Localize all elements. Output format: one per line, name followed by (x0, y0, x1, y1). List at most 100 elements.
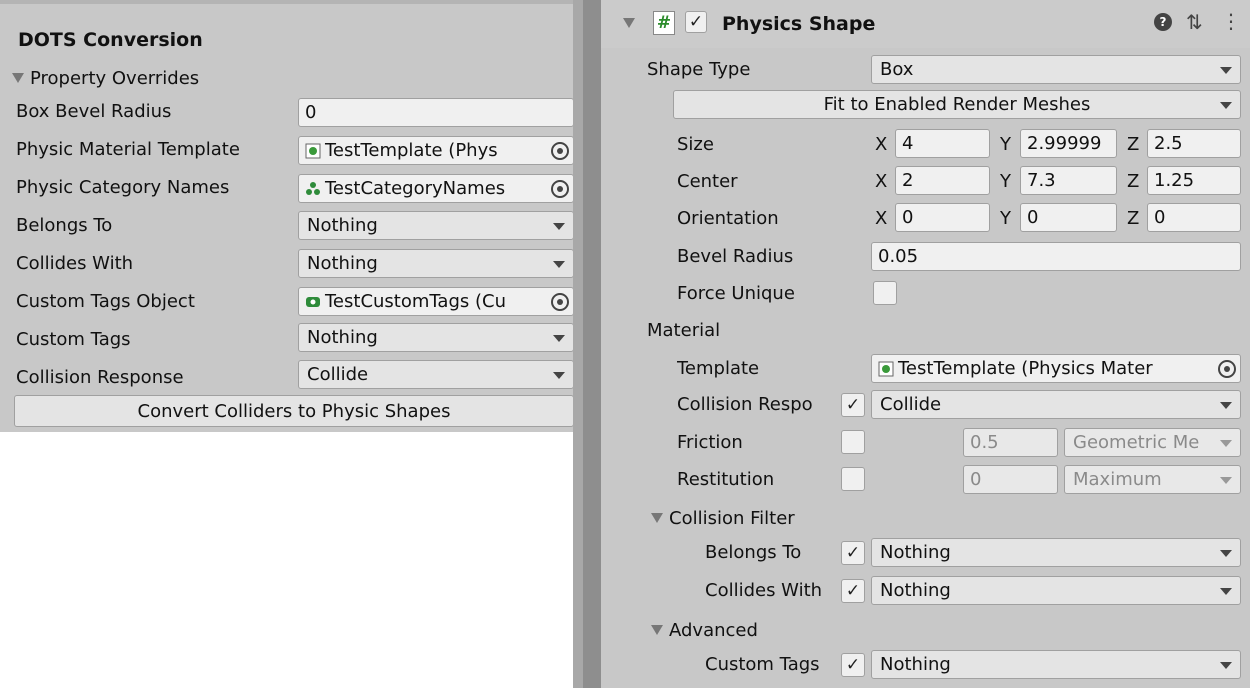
object-picker-icon[interactable] (551, 180, 569, 198)
collision-filter-foldout[interactable]: Collision Filter (651, 504, 795, 532)
friction-override-checkbox[interactable] (841, 430, 865, 454)
restitution-value-field: 0 (963, 465, 1058, 494)
force-unique-label: Force Unique (677, 283, 795, 304)
advanced-label: Advanced (669, 619, 758, 641)
object-picker-icon[interactable] (551, 293, 569, 311)
collision-response-override-checkbox[interactable]: ✓ (841, 393, 865, 417)
physics-material-icon (878, 361, 894, 376)
center-x-label[interactable]: X (875, 167, 887, 196)
collision-filter-label: Collision Filter (669, 507, 795, 529)
orientation-z-field[interactable]: 0 (1147, 203, 1241, 232)
box-bevel-radius-field[interactable]: 0 (298, 98, 574, 127)
dropdown-arrow-icon (1220, 402, 1232, 409)
collides-with-override-checkbox[interactable]: ✓ (841, 579, 865, 603)
physic-material-template-label: Physic Material Template (16, 139, 240, 160)
orientation-x-field[interactable]: 0 (895, 203, 990, 232)
collides-with-dropdown[interactable]: Nothing (871, 576, 1241, 605)
force-unique-checkbox[interactable] (873, 281, 897, 305)
custom-tags-label: Custom Tags (705, 654, 820, 675)
component-enabled-checkbox[interactable]: ✓ (685, 11, 707, 33)
center-z-label[interactable]: Z (1127, 167, 1139, 196)
belongs-to-override-checkbox[interactable]: ✓ (841, 541, 865, 565)
size-x-label[interactable]: X (875, 130, 887, 159)
script-icon: # (653, 11, 675, 35)
object-picker-icon[interactable] (1218, 360, 1236, 378)
foldout-triangle-icon (651, 625, 663, 635)
dropdown-arrow-icon (1220, 662, 1232, 669)
property-overrides-foldout[interactable]: Property Overrides (12, 64, 199, 92)
size-y-label[interactable]: Y (1000, 130, 1011, 159)
shape-type-dropdown[interactable]: Box (871, 55, 1241, 84)
center-z-field[interactable]: 1.25 (1147, 166, 1241, 195)
dropdown-arrow-icon (1220, 588, 1232, 595)
physic-category-names-field[interactable]: TestCategoryNames (298, 174, 574, 203)
foldout-label: Property Overrides (30, 67, 200, 89)
custom-tags-icon (306, 296, 320, 307)
convert-colliders-button[interactable]: Convert Colliders to Physic Shapes (14, 395, 574, 427)
custom-tags-label: Custom Tags (16, 329, 131, 350)
orientation-z-label[interactable]: Z (1127, 204, 1139, 233)
orientation-y-label[interactable]: Y (1000, 204, 1011, 233)
template-value: TestTemplate (Physics Mater (898, 358, 1153, 379)
template-label: Template (677, 358, 760, 379)
dots-conversion-panel: DOTS Conversion Property Overrides Box B… (0, 0, 583, 432)
custom-tags-object-field[interactable]: TestCustomTags (Cu (298, 287, 574, 316)
belongs-to-value: Nothing (880, 542, 951, 563)
physic-category-names-value: TestCategoryNames (325, 178, 506, 199)
custom-tags-override-checkbox[interactable]: ✓ (841, 653, 865, 677)
size-label: Size (677, 134, 714, 155)
custom-tags-dropdown[interactable]: Nothing (298, 323, 574, 352)
custom-tags-dropdown[interactable]: Nothing (871, 650, 1241, 679)
friction-combine-dropdown: Geometric Me (1064, 428, 1241, 457)
collides-with-dropdown[interactable]: Nothing (298, 249, 574, 278)
panel-edge (573, 0, 583, 688)
size-z-field[interactable]: 2.5 (1147, 129, 1241, 158)
restitution-label: Restitution (677, 469, 775, 490)
foldout-triangle-icon (12, 73, 24, 83)
shape-type-label: Shape Type (647, 59, 751, 80)
collision-response-value: Collide (307, 364, 369, 385)
template-field[interactable]: TestTemplate (Physics Mater (871, 354, 1241, 383)
dropdown-arrow-icon (553, 261, 565, 268)
friction-value-field: 0.5 (963, 428, 1058, 457)
fit-to-meshes-label: Fit to Enabled Render Meshes (823, 94, 1091, 115)
size-z-label[interactable]: Z (1127, 130, 1139, 159)
belongs-to-dropdown[interactable]: Nothing (298, 211, 574, 240)
restitution-combine-value: Maximum (1073, 469, 1162, 490)
restitution-override-checkbox[interactable] (841, 467, 865, 491)
center-x-field[interactable]: 2 (895, 166, 990, 195)
physic-material-template-field[interactable]: TestTemplate (Phys (298, 136, 574, 165)
collision-response-dropdown[interactable]: Collide (298, 360, 574, 389)
component-menu-icon[interactable]: ⋮ (1221, 9, 1241, 33)
size-x-field[interactable]: 4 (895, 129, 990, 158)
panel-divider[interactable] (583, 0, 601, 688)
bevel-radius-field[interactable]: 0.05 (871, 242, 1241, 271)
object-picker-icon[interactable] (551, 142, 569, 160)
belongs-to-dropdown[interactable]: Nothing (871, 538, 1241, 567)
help-icon[interactable]: ? (1154, 13, 1172, 31)
belongs-to-label: Belongs To (16, 215, 113, 236)
material-header: Material (647, 320, 721, 341)
scriptable-object-icon (306, 181, 320, 195)
collides-with-value: Nothing (880, 580, 951, 601)
custom-tags-value: Nothing (880, 654, 951, 675)
component-header: # ✓ Physics Shape ? ⇅ ⋮ (601, 0, 1250, 48)
preset-settings-icon[interactable]: ⇅ (1186, 10, 1203, 34)
fit-to-meshes-dropdown[interactable]: Fit to Enabled Render Meshes (673, 90, 1241, 119)
custom-tags-object-label: Custom Tags Object (16, 291, 195, 312)
orientation-x-label[interactable]: X (875, 204, 887, 233)
dropdown-arrow-icon (1220, 67, 1232, 74)
dropdown-arrow-icon (1220, 477, 1232, 484)
dropdown-arrow-icon (1220, 440, 1232, 447)
center-y-field[interactable]: 7.3 (1020, 166, 1117, 195)
collapse-triangle-icon[interactable] (623, 18, 635, 28)
restitution-combine-dropdown: Maximum (1064, 465, 1241, 494)
orientation-y-field[interactable]: 0 (1020, 203, 1117, 232)
shape-type-value: Box (880, 59, 914, 80)
center-y-label[interactable]: Y (1000, 167, 1011, 196)
custom-tags-value: Nothing (307, 327, 378, 348)
advanced-foldout[interactable]: Advanced (651, 616, 758, 644)
collision-response-dropdown[interactable]: Collide (871, 390, 1241, 419)
center-label: Center (677, 171, 738, 192)
size-y-field[interactable]: 2.99999 (1020, 129, 1117, 158)
